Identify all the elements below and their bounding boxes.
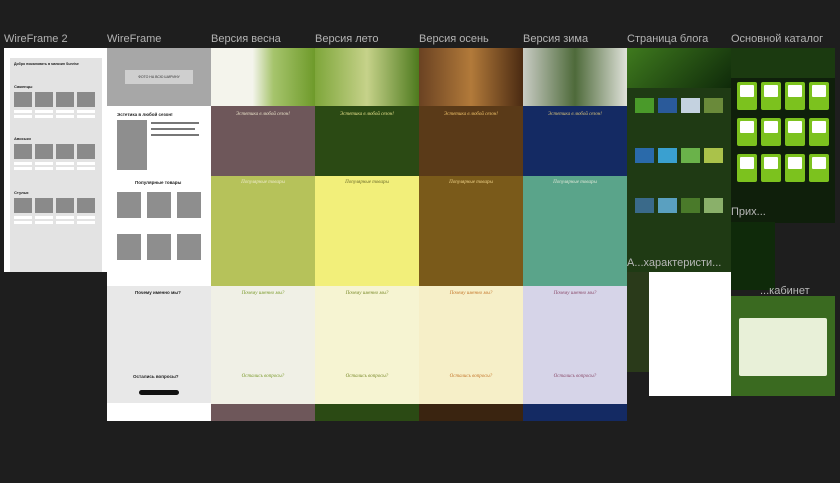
frame-label-product[interactable]: Прих... — [731, 206, 766, 218]
wireframe2-row3 — [14, 198, 98, 213]
summer-why: Почему именно мы? — [345, 291, 389, 296]
frame-characteristics[interactable] — [649, 272, 731, 396]
wireframe2-row2 — [14, 144, 98, 159]
frame-autumn[interactable]: Эстетика в любой сезон! Популярные товар… — [419, 48, 523, 421]
summer-popular: Популярные товары — [345, 180, 389, 185]
wireframe2-heading: Добро пожаловать в магазин Sunrise — [14, 62, 79, 66]
autumn-why: Почему именно мы? — [449, 291, 493, 296]
frame-label-autumn[interactable]: Версия осень — [419, 33, 489, 45]
frame-label-wireframe[interactable]: WireFrame — [107, 33, 161, 45]
wireframe-cta-button[interactable] — [139, 390, 179, 395]
summer-questions: Остались вопросы? — [345, 374, 389, 379]
wireframe-hero-text: ФОТО НА ВСЮ ШИРИНУ — [138, 75, 180, 79]
frame-label-winter[interactable]: Версия зима — [523, 33, 588, 45]
spring-popular: Популярные товары — [241, 180, 285, 185]
wireframe2-row1 — [14, 92, 98, 107]
wireframe-popular: Популярные товары — [135, 180, 182, 185]
frame-blog[interactable] — [627, 48, 731, 272]
winter-questions: Остались вопросы? — [553, 374, 597, 379]
wireframe-image-placeholder — [117, 120, 147, 170]
frame-wireframe[interactable]: ФОТО НА ВСЮ ШИРИНУ Эстетика в любой сезо… — [107, 48, 211, 421]
summer-aesthetics: Эстетика в любой сезон! — [340, 112, 394, 117]
wireframe-questions: Остались вопросы? — [133, 374, 179, 379]
winter-popular: Популярные товары — [553, 180, 597, 185]
winter-why: Почему именно мы? — [553, 291, 597, 296]
wireframe2-section2: Авоськи — [14, 136, 31, 141]
wireframe2-body: Добро пожаловать в магазин Sunrise Сажен… — [10, 58, 102, 272]
frame-label-catalog[interactable]: Основной каталог — [731, 33, 823, 45]
frame-wireframe2[interactable]: Добро пожаловать в магазин Sunrise Сажен… — [4, 48, 107, 272]
autumn-questions: Остались вопросы? — [449, 374, 493, 379]
frame-label-wireframe2[interactable]: WireFrame 2 — [4, 33, 68, 45]
frame-chars-side — [627, 272, 649, 372]
frame-catalog[interactable] — [731, 48, 835, 223]
autumn-popular: Популярные товары — [449, 180, 493, 185]
blog-hero — [627, 48, 731, 88]
frame-label-blog[interactable]: Страница блога — [627, 33, 708, 45]
spring-aesthetics: Эстетика в любой сезон! — [236, 112, 290, 117]
spring-questions: Остались вопросы? — [241, 374, 285, 379]
wireframe-footer — [107, 403, 211, 421]
autumn-aesthetics: Эстетика в любой сезон! — [444, 112, 498, 117]
frame-label-summer[interactable]: Версия лето — [315, 33, 378, 45]
wireframe-hero-box: ФОТО НА ВСЮ ШИРИНУ — [125, 70, 193, 84]
frame-spring[interactable]: Эстетика в любой сезон! Популярные товар… — [211, 48, 315, 421]
winter-aesthetics: Эстетика в любой сезон! — [548, 112, 602, 117]
frame-label-spring[interactable]: Версия весна — [211, 33, 281, 45]
frame-label-cabinet[interactable]: ...кабинет — [760, 285, 810, 297]
cabinet-panel — [739, 318, 827, 376]
wireframe-faq: Почему именно мы? Остались вопросы? — [107, 286, 211, 403]
frame-summer[interactable]: Эстетика в любой сезон! Популярные товар… — [315, 48, 419, 421]
catalog-header — [731, 48, 835, 78]
spring-why: Почему именно мы? — [241, 291, 285, 296]
wireframe-aesthetics: Эстетика в любой сезон! — [117, 112, 173, 117]
wireframe2-section1: Саженцы — [14, 84, 33, 89]
frame-cabinet[interactable] — [731, 296, 835, 396]
wireframe2-section3: Стулья — [14, 190, 29, 195]
frame-winter[interactable]: Эстетика в любой сезон! Популярные товар… — [523, 48, 627, 421]
frame-product[interactable] — [731, 222, 775, 290]
wireframe-why: Почему именно мы? — [135, 290, 181, 295]
frame-label-characteristics[interactable]: А...характеристи... — [627, 257, 721, 269]
